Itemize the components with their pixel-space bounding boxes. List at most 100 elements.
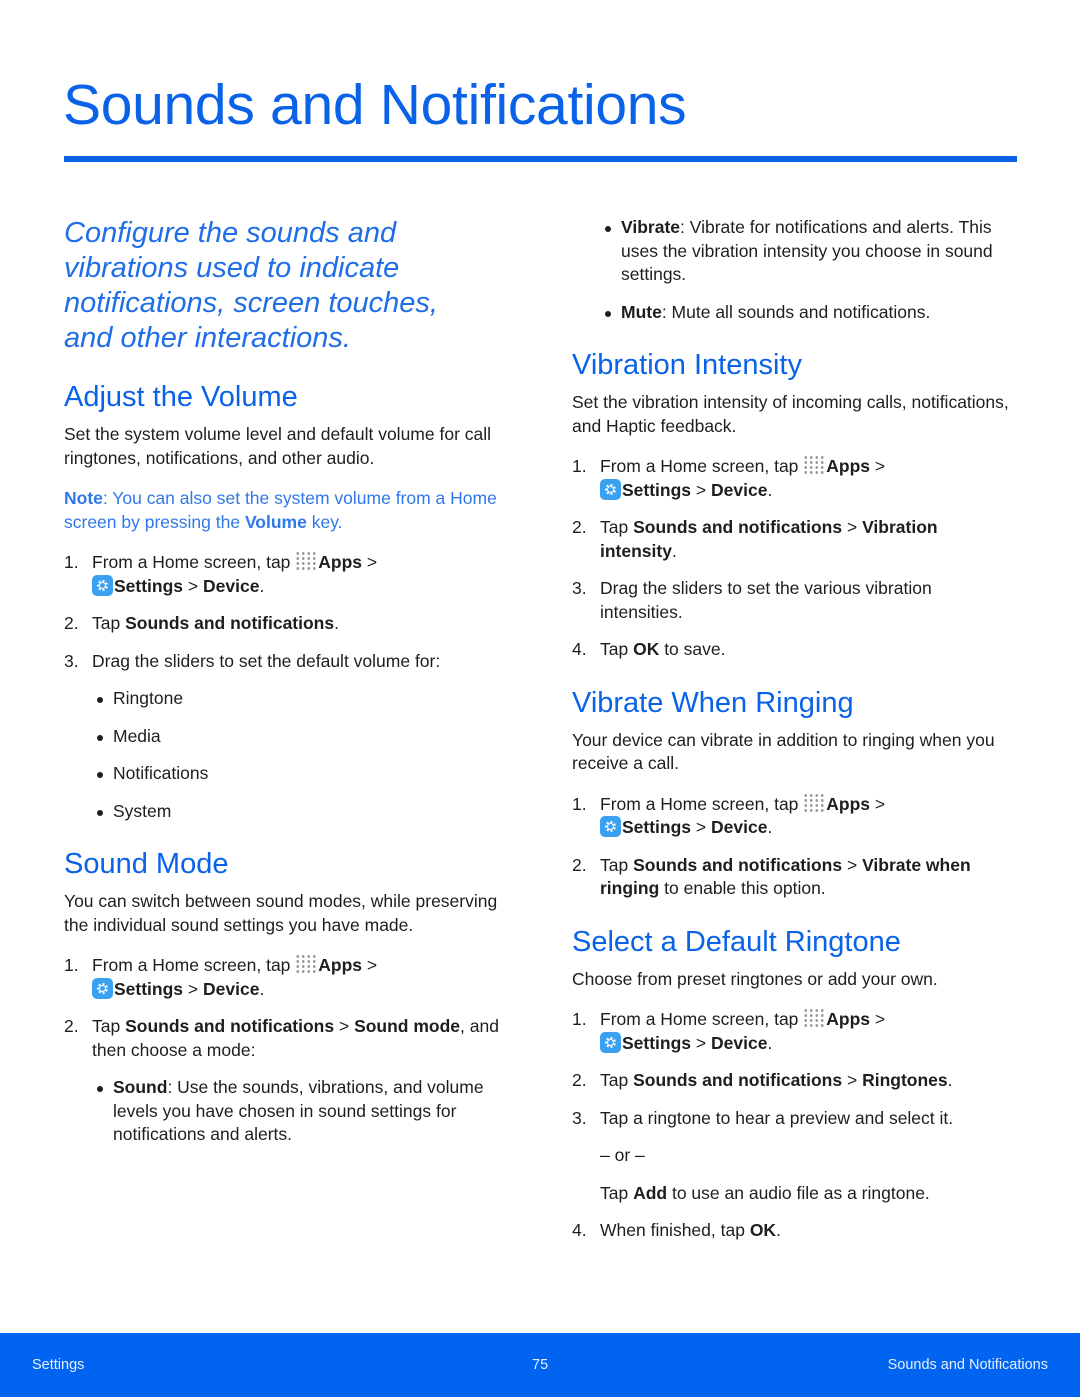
bold-term: Sounds and notifications (633, 854, 843, 875)
bold-term: OK (633, 639, 660, 659)
paragraph: You can switch between sound modes, whil… (64, 890, 504, 937)
step-number: 2. (572, 1070, 587, 1090)
apps-grid-icon (295, 954, 318, 974)
bold-term: Settings (622, 1032, 692, 1053)
step-number: 1. (572, 456, 587, 476)
step-number: 4. (572, 1220, 587, 1240)
step-item: 2. Tap Sounds and notifications > Vibrate… (572, 854, 1012, 901)
text: Ringtone (113, 688, 184, 708)
bold-term: Apps (826, 793, 871, 814)
bullet-item: Vibrate: Vibrate for notifications and a… (572, 216, 1012, 287)
text: to save. (659, 639, 726, 659)
apps-grid-icon (803, 455, 826, 475)
text: Your device can vibrate in addition to r… (572, 729, 995, 774)
step-item: 2. Tap Sounds and notifications > Sound m… (64, 1015, 504, 1147)
step-number: 2. (64, 1016, 79, 1036)
step-number: 1. (572, 1009, 587, 1029)
step-list: 1. From a Home screen, tap Apps > Setting… (64, 954, 504, 1147)
bold-term: OK (749, 1220, 777, 1240)
bullet-item: Media (64, 725, 504, 749)
bold-term: Add (633, 1182, 668, 1203)
bold-term: Device (203, 978, 260, 999)
bold-term: Vibrate (621, 217, 681, 237)
text: From a Home screen, tap (600, 793, 804, 814)
bold-term: Device (711, 817, 768, 837)
text: > (691, 817, 711, 837)
text: > (183, 575, 203, 596)
paragraph: Set the system volume level and default … (64, 423, 504, 470)
bold-term: Apps (826, 1009, 871, 1029)
step-continuation: Tap Add to use an audio file as a ringto… (600, 1182, 1012, 1206)
bold-term: Settings (622, 817, 692, 837)
bullet-item: Ringtone (64, 687, 504, 711)
paragraph: Set the vibration intensity of incoming … (572, 391, 1012, 438)
step-number: 2. (572, 517, 587, 537)
bold-term: Apps (318, 552, 363, 572)
bold-term: Sound mode (354, 1016, 461, 1036)
step-item: 4. When finished, tap OK. (572, 1219, 1012, 1243)
text: Tap (600, 854, 634, 875)
settings-icon (92, 574, 113, 596)
bold-term: Sounds and notifications (633, 1070, 843, 1090)
text: > (870, 456, 886, 476)
bullet-list: Sound: Use the sounds, vibrations, and v… (64, 1076, 504, 1147)
step-number: 3. (64, 650, 79, 671)
text: You can switch between sound modes, whil… (64, 891, 498, 935)
text: . (334, 613, 339, 633)
step-item: 2. Tap Sounds and notifications. (64, 612, 504, 636)
bullet-list: Ringtone Media Notifications System (64, 687, 504, 823)
bold-term: Note (64, 488, 103, 508)
paragraph: Your device can vibrate in addition to r… (572, 729, 1012, 776)
bullet-item: Notifications (64, 762, 504, 786)
settings-icon (600, 1031, 621, 1053)
text: to use an audio file as a ringtone. (667, 1182, 930, 1203)
text: Media (113, 725, 161, 746)
bullet-item: Sound: Use the sounds, vibrations, and v… (64, 1076, 504, 1147)
step-item: 4. Tap OK to save. (572, 638, 1012, 662)
bold-term: Sounds and notifications (125, 613, 335, 633)
page-footer: Settings 75 Sounds and Notifications (0, 1333, 1080, 1397)
text: : Mute all sounds and notifications. (661, 301, 931, 322)
section-heading: Adjust the Volume (64, 381, 298, 413)
text: From a Home screen, tap (92, 552, 296, 572)
text: > (691, 1032, 711, 1053)
step-number: 1. (572, 793, 587, 814)
apps-grid-icon (295, 551, 318, 571)
step-list: 1. From a Home screen, tap Apps > Setting… (572, 792, 1012, 901)
bold-term: Ringtones (862, 1070, 948, 1090)
text: : Use the sounds, vibrations, and volume… (113, 1077, 484, 1144)
text: . (767, 479, 773, 500)
bold-term: Device (203, 575, 260, 596)
step-item: 1. From a Home screen, tap Apps > Setting… (572, 792, 1012, 840)
text: > (362, 955, 378, 975)
page-title: Sounds and Notifications (63, 73, 687, 137)
text: to enable this option. (659, 878, 826, 898)
text: Tap (92, 613, 126, 633)
step-continuation: – or – (600, 1144, 1012, 1168)
bold-term: Settings (622, 479, 692, 500)
step-number: 1. (64, 552, 79, 572)
text: > (842, 517, 863, 537)
text: From a Home screen, tap (600, 456, 804, 476)
text: Tap (600, 1182, 634, 1203)
bold-term: Sounds and notifications (633, 517, 843, 537)
settings-icon (600, 478, 621, 500)
section-heading: Vibrate When Ringing (572, 686, 854, 719)
settings-icon (92, 977, 113, 999)
step-item: 3. Drag the sliders to set the default vo… (64, 650, 504, 824)
text: . (671, 540, 677, 561)
bold-term: Sound (113, 1077, 168, 1097)
text: Tap (600, 517, 634, 537)
text: . (259, 978, 265, 999)
text: Tap (92, 1016, 126, 1036)
bold-term: Settings (114, 978, 184, 999)
apps-grid-icon (803, 792, 826, 813)
text: System (113, 800, 172, 821)
step-item: 1. From a Home screen, tap Apps > Setting… (572, 455, 1012, 502)
step-item: 1. From a Home screen, tap Apps > Setting… (572, 1008, 1012, 1055)
step-number: 4. (572, 639, 587, 659)
step-item: 2. Tap Sounds and notifications > Vibrati… (572, 516, 1012, 563)
bullet-item: System (64, 800, 504, 824)
text: Tap (600, 639, 634, 659)
step-item: 2. Tap Sounds and notifications > Rington… (572, 1069, 1012, 1093)
